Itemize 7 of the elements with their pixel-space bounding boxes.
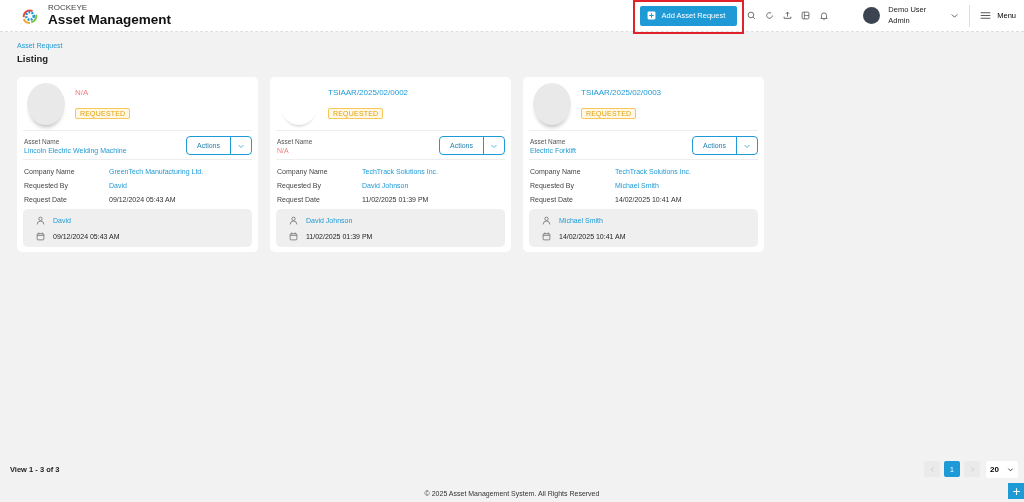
request-code-missing: N/A — [75, 88, 90, 97]
brand-name: ROCKEYE — [48, 4, 89, 13]
page-size-select[interactable]: 20 — [986, 460, 1018, 478]
request-code: TSIAAR/2025/02/0002 — [328, 88, 409, 97]
app-title: Asset Management — [48, 12, 172, 27]
page-title: Listing — [17, 53, 50, 64]
request-code: TSIAAR/2025/02/0003 — [581, 88, 662, 97]
